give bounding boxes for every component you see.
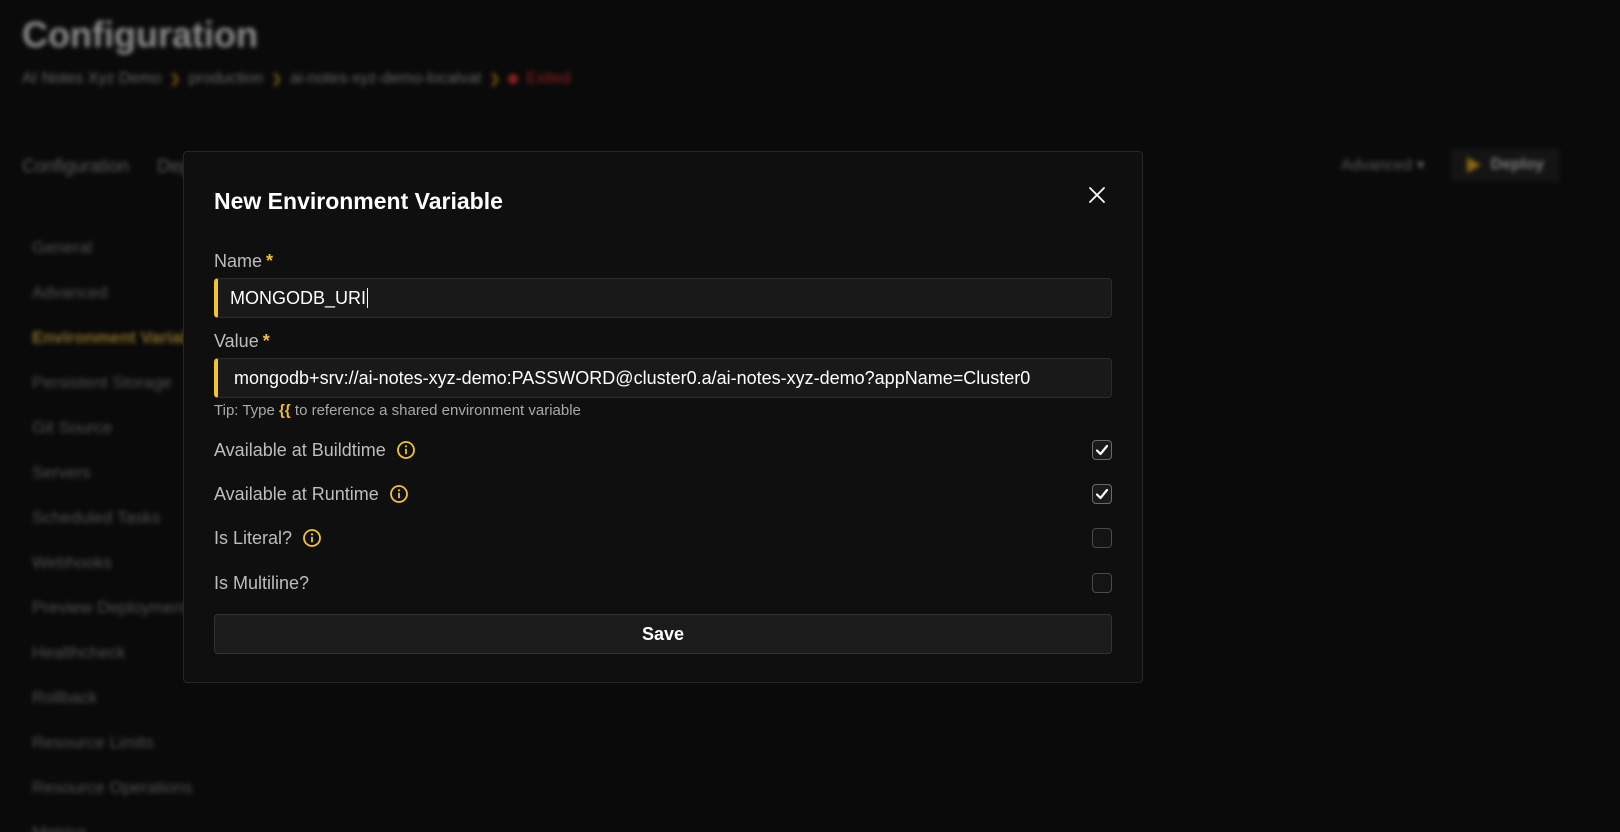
option-literal-label-wrap: Is Literal? <box>214 528 322 549</box>
check-icon <box>1095 488 1109 500</box>
tip-brace: {{ <box>279 402 291 419</box>
tip-text: Tip: Type {{ to reference a shared envir… <box>214 402 581 419</box>
runtime-checkbox[interactable] <box>1092 484 1112 504</box>
info-icon[interactable] <box>389 484 409 504</box>
value-label-text: Value <box>214 331 259 351</box>
option-multiline-label-wrap: Is Multiline? <box>214 573 309 594</box>
tip-suffix: to reference a shared environment variab… <box>294 402 581 419</box>
modal-title: New Environment Variable <box>214 188 503 214</box>
value-input-value: mongodb+srv://ai-notes-xyz-demo:PASSWORD… <box>234 367 1031 388</box>
option-buildtime-label: Available at Buildtime <box>214 439 386 460</box>
option-multiline-label: Is Multiline? <box>214 572 310 593</box>
option-buildtime-label-wrap: Available at Buildtime <box>214 440 416 461</box>
option-multiline: Is Multiline? <box>214 568 1112 598</box>
required-mark: * <box>266 251 274 271</box>
option-runtime-label-wrap: Available at Runtime <box>214 484 409 505</box>
save-button[interactable]: Save <box>214 614 1112 654</box>
option-literal-label: Is Literal? <box>214 527 293 548</box>
tip-prefix: Tip: Type <box>214 402 275 419</box>
text-caret <box>367 288 369 308</box>
info-icon[interactable] <box>302 528 322 548</box>
literal-checkbox[interactable] <box>1092 528 1112 548</box>
multiline-checkbox[interactable] <box>1092 573 1112 593</box>
required-mark: * <box>262 331 270 351</box>
value-label: Value * <box>214 331 270 352</box>
info-icon[interactable] <box>396 440 416 460</box>
close-icon <box>1089 187 1105 203</box>
buildtime-checkbox[interactable] <box>1092 440 1112 460</box>
option-runtime: Available at Runtime <box>214 479 1112 509</box>
option-runtime-label: Available at Runtime <box>214 483 379 504</box>
new-env-variable-modal: New Environment Variable Name * MONGODB_U… <box>183 151 1143 683</box>
option-literal: Is Literal? <box>214 523 1112 553</box>
name-input-value: MONGODB_URI <box>230 287 367 308</box>
option-buildtime: Available at Buildtime <box>214 435 1112 465</box>
close-button[interactable] <box>1084 182 1110 208</box>
name-input[interactable]: MONGODB_URI <box>214 278 1112 318</box>
value-input[interactable]: mongodb+srv://ai-notes-xyz-demo:PASSWORD… <box>214 358 1112 398</box>
name-label: Name * <box>214 251 273 272</box>
check-icon <box>1095 444 1109 456</box>
name-label-text: Name <box>214 251 263 271</box>
